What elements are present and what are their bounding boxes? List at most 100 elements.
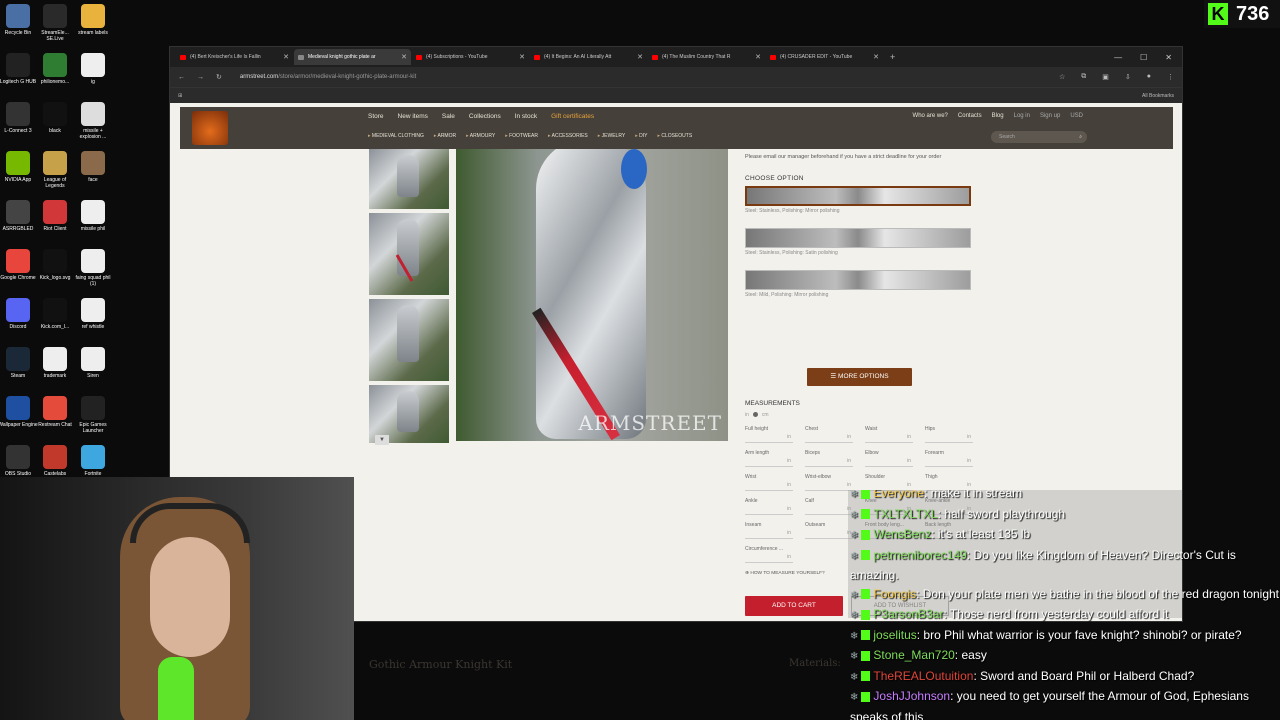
thumbnail[interactable]	[369, 213, 449, 295]
back-icon[interactable]: ←	[178, 74, 185, 81]
nav-link[interactable]: ARMOR	[434, 133, 456, 139]
nav-link[interactable]: Store	[368, 113, 384, 120]
desktop-icon[interactable]: black	[35, 102, 75, 134]
minimize-icon[interactable]: —	[1114, 53, 1122, 62]
menu-icon[interactable]: ⋮	[1167, 73, 1174, 81]
tab-close-icon[interactable]: ✕	[637, 53, 643, 61]
unit-in[interactable]: in	[745, 412, 749, 418]
browser-tab[interactable]: (4) Bert Kreischer's Life Is Fallin ✕	[176, 49, 293, 65]
tab-close-icon[interactable]: ✕	[519, 53, 525, 61]
nav-link[interactable]: In stock	[515, 113, 537, 120]
nav-link[interactable]: New items	[398, 113, 428, 120]
measurement-input[interactable]: in	[745, 434, 793, 443]
tab-close-icon[interactable]: ✕	[401, 53, 407, 61]
measurement-input[interactable]: in	[805, 434, 853, 443]
measurement-input[interactable]: in	[745, 458, 793, 467]
nav-link[interactable]: Log in	[1014, 113, 1030, 119]
downloads-icon[interactable]: ⇩	[1125, 73, 1131, 81]
browser-tab[interactable]: (4) CRUSADER EDIT - YouTube ✕	[766, 49, 883, 65]
nav-link[interactable]: MEDIEVAL CLOTHING	[368, 133, 424, 139]
nav-link[interactable]: Sign up	[1040, 113, 1060, 119]
desktop-icon[interactable]: ASRRGBLED	[0, 200, 38, 232]
armstreet-logo[interactable]	[192, 111, 228, 145]
product-main-image[interactable]: ARMSTREET	[456, 149, 728, 441]
url-field[interactable]: armstreet.com/store/armor/medieval-knigh…	[233, 70, 1059, 84]
desktop-icon[interactable]: OBS Studio	[0, 445, 38, 477]
desktop-icon[interactable]: Siren	[73, 347, 113, 379]
nav-link[interactable]: FOOTWEAR	[505, 133, 538, 139]
browser-tab[interactable]: (4) The Muslim Country That R ✕	[648, 49, 765, 65]
all-bookmarks[interactable]: All Bookmarks	[1142, 93, 1174, 99]
desktop-icon[interactable]: Recycle Bin	[0, 4, 38, 36]
option-swatch[interactable]	[745, 270, 971, 290]
measurement-input[interactable]: in	[925, 434, 973, 443]
desktop-icon[interactable]: stream labels	[73, 4, 113, 36]
measurement-input[interactable]: in	[865, 434, 913, 443]
search-icon[interactable]: ⌕	[1079, 131, 1082, 143]
measurement-input[interactable]: in	[805, 458, 853, 467]
sidebar-icon[interactable]: ▣	[1102, 73, 1109, 81]
nav-link[interactable]: Who are we?	[913, 113, 948, 119]
bookmark-star-icon[interactable]: ☆	[1059, 73, 1065, 81]
how-to-measure-link[interactable]: ⊕ HOW TO MEASURE YOURSELF?	[745, 571, 825, 576]
nav-link[interactable]: Sale	[442, 113, 455, 120]
browser-tab[interactable]: Medieval knight gothic plate ar ✕	[294, 49, 411, 65]
browser-tab[interactable]: (4) Subscriptions - YouTube ✕	[412, 49, 529, 65]
desktop-icon[interactable]: Kick.com_l...	[35, 298, 75, 330]
measurement-input[interactable]: in	[805, 530, 853, 539]
desktop-icon[interactable]: Discord	[0, 298, 38, 330]
nav-link[interactable]: JEWELRY	[598, 133, 626, 139]
nav-link[interactable]: Collections	[469, 113, 501, 120]
forward-icon[interactable]: →	[197, 74, 204, 81]
measurement-input[interactable]: in	[805, 506, 853, 515]
thumbnail[interactable]	[369, 149, 449, 209]
desktop-icon[interactable]: Steam	[0, 347, 38, 379]
desktop-icon[interactable]: missile phil	[73, 200, 113, 232]
close-icon[interactable]: ✕	[1165, 53, 1172, 62]
measurement-input[interactable]: in	[745, 482, 793, 491]
nav-link[interactable]: Gift certificates	[551, 113, 594, 120]
nav-link[interactable]: USD	[1070, 113, 1083, 119]
measurement-input[interactable]: in	[745, 554, 793, 563]
desktop-icon[interactable]: League of Legends	[35, 151, 75, 189]
tab-close-icon[interactable]: ✕	[283, 53, 289, 61]
desktop-icon[interactable]: Epic Games Launcher	[73, 396, 113, 434]
desktop-icon[interactable]: Google Chrome	[0, 249, 38, 281]
desktop-icon[interactable]: Kick_logo.svg	[35, 249, 75, 281]
desktop-icon[interactable]: missile + explosion ...	[73, 102, 113, 140]
nav-link[interactable]: Blog	[992, 113, 1004, 119]
option-swatch[interactable]	[745, 228, 971, 248]
desktop-icon[interactable]: StreamEle... SE.Live	[35, 4, 75, 42]
desktop-icon[interactable]: L-Connect 3	[0, 102, 38, 134]
apps-icon[interactable]: ⊞	[178, 93, 182, 99]
desktop-icon[interactable]: philionemo...	[35, 53, 75, 85]
more-options-button[interactable]: ☰ MORE OPTIONS	[807, 368, 912, 386]
thumbnail[interactable]	[369, 299, 449, 381]
desktop-icon[interactable]: Riot Client	[35, 200, 75, 232]
desktop-icon[interactable]: face	[73, 151, 113, 183]
unit-radio-icon[interactable]	[752, 412, 758, 418]
extensions-icon[interactable]: ⧉	[1081, 73, 1086, 81]
measurement-input[interactable]: in	[805, 482, 853, 491]
measurement-input[interactable]: in	[925, 458, 973, 467]
nav-link[interactable]: ACCESSORIES	[548, 133, 588, 139]
desktop-icon[interactable]: Wallpaper Engine	[0, 396, 38, 428]
desktop-icon[interactable]: trademark	[35, 347, 75, 379]
add-to-cart-button[interactable]: ADD TO CART	[745, 596, 843, 616]
nav-link[interactable]: Contacts	[958, 113, 982, 119]
chevron-down-icon[interactable]: ▼	[375, 435, 389, 445]
nav-link[interactable]: ARMOURY	[466, 133, 495, 139]
measurement-input[interactable]: in	[745, 506, 793, 515]
desktop-icon[interactable]: Logitech G HUB	[0, 53, 38, 85]
reload-icon[interactable]: ↻	[216, 73, 222, 81]
nav-link[interactable]: DIY	[635, 133, 647, 139]
maximize-icon[interactable]: ☐	[1140, 53, 1147, 62]
desktop-icon[interactable]: Restream Chat	[35, 396, 75, 428]
measurement-input[interactable]: in	[745, 530, 793, 539]
nav-link[interactable]: CLOSEOUTS	[657, 133, 692, 139]
tab-close-icon[interactable]: ✕	[873, 53, 879, 61]
browser-tab[interactable]: (4) It Begins: An AI Literally Att ✕	[530, 49, 647, 65]
desktop-icon[interactable]: ig	[73, 53, 113, 85]
desktop-icon[interactable]: NVIDIA App	[0, 151, 38, 183]
desktop-icon[interactable]: Fortnite	[73, 445, 113, 477]
